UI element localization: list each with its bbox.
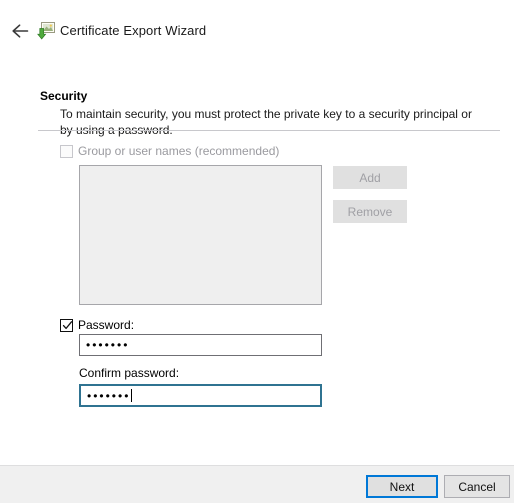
confirm-password-input[interactable]: •••••••: [79, 384, 322, 407]
back-arrow-icon[interactable]: [8, 18, 34, 44]
confirm-password-label: Confirm password:: [79, 366, 180, 380]
header-separator: [38, 130, 500, 131]
next-button[interactable]: Next: [366, 475, 438, 498]
checkbox-checked-icon: [60, 318, 73, 332]
checkbox-unchecked-icon: [60, 144, 73, 158]
page-title: Certificate Export Wizard: [60, 23, 207, 38]
wizard-titlebar: Certificate Export Wizard: [0, 0, 514, 62]
cancel-button[interactable]: Cancel: [444, 475, 510, 498]
group-or-user-names-list[interactable]: [79, 165, 322, 305]
section-heading: Security: [40, 89, 88, 103]
section-description: To maintain security, you must protect t…: [60, 107, 472, 137]
text-caret: [131, 389, 133, 402]
add-button[interactable]: Add: [333, 166, 407, 189]
remove-button[interactable]: Remove: [333, 200, 407, 223]
password-label: Password:: [78, 318, 135, 332]
group-or-user-names-checkbox[interactable]: Group or user names (recommended): [60, 142, 279, 160]
password-checkbox[interactable]: Password:: [60, 316, 134, 334]
certificate-export-icon: [36, 21, 56, 41]
wizard-page-body: Security To maintain security, you must …: [0, 62, 514, 465]
password-input[interactable]: •••••••: [79, 334, 322, 356]
confirm-password-value: •••••••: [87, 388, 131, 403]
group-or-user-names-label: Group or user names (recommended): [78, 144, 280, 158]
